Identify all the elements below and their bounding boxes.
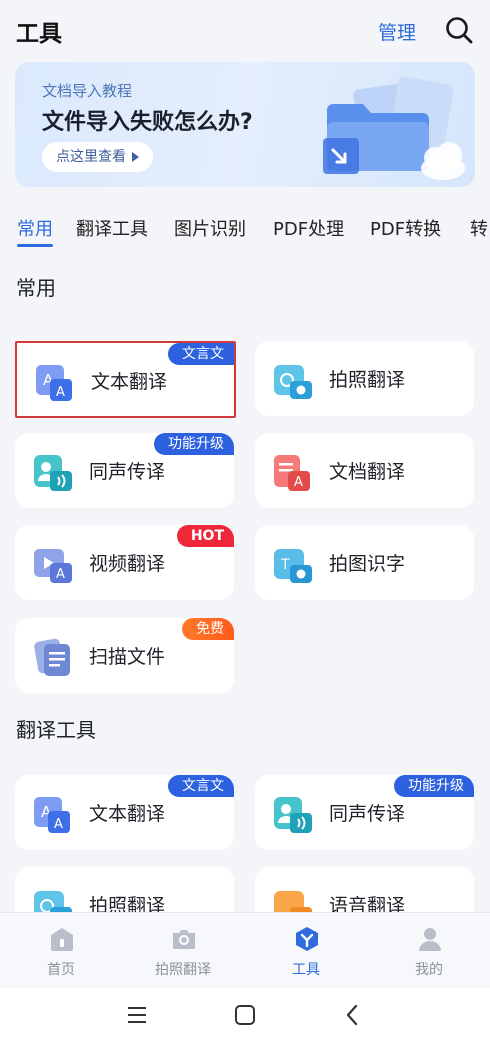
video-translate-icon: A — [34, 549, 72, 583]
tab-image-recognition[interactable]: 图片识别 — [174, 215, 246, 241]
tab-common[interactable]: 常用 — [17, 215, 53, 241]
photo-ocr-icon: T — [274, 549, 312, 583]
page-title: 工具 — [16, 21, 62, 47]
banner-title: 文件导入失败怎么办? — [42, 110, 253, 135]
tool-card-text-translate[interactable]: A A 文本翻译 文言文 — [15, 341, 236, 418]
svg-text:A: A — [56, 567, 65, 582]
tool-badge: HOT — [176, 525, 234, 547]
tab-pdf-conversion[interactable]: PDF转换 — [370, 215, 441, 241]
tool-label: 文档翻译 — [329, 461, 406, 483]
home-icon — [51, 928, 73, 951]
tools-icon — [296, 927, 318, 951]
tool-label: 拍图识字 — [329, 553, 406, 575]
header: 工具 管理 — [0, 0, 490, 60]
tool-card-scan-file[interactable]: 扫描文件 免费 — [15, 618, 234, 693]
tool-badge: 功能升级 — [154, 433, 234, 455]
photo-translate-icon — [274, 365, 312, 399]
tab-translate-tools[interactable]: 翻译工具 — [76, 215, 148, 241]
section-title-translate-tools: 翻译工具 — [16, 718, 96, 742]
bottom-navigation: 首页 拍照翻译 工具 我的 — [0, 912, 490, 988]
tool-card-document-translate[interactable]: A 文档翻译 — [255, 433, 474, 508]
svg-text:T: T — [280, 557, 290, 573]
simultaneous-interpret-icon — [34, 455, 72, 491]
manage-button[interactable]: 管理 — [378, 18, 416, 45]
section-title-common: 常用 — [16, 276, 56, 300]
tool-label: 扫描文件 — [89, 646, 166, 668]
active-tab-indicator — [17, 244, 53, 247]
banner-view-button[interactable]: 点这里查看 — [42, 142, 153, 172]
camera-icon — [173, 930, 195, 949]
folder-cloud-illustration-icon — [323, 76, 465, 180]
tool-badge: 文言文 — [168, 343, 234, 365]
banner-subtitle: 文档导入教程 — [42, 82, 133, 100]
tool-badge: 文言文 — [168, 775, 234, 797]
tool-card-photo-translate[interactable]: 拍照翻译 — [255, 341, 474, 416]
nav-home-label: 首页 — [47, 962, 75, 978]
tool-label: 同声传译 — [329, 803, 406, 825]
back-icon[interactable] — [340, 1002, 366, 1028]
tab-pdf-processing[interactable]: PDF处理 — [273, 215, 344, 241]
tool-card-photo-ocr[interactable]: T 拍图识字 — [255, 525, 474, 600]
tool-label: 视频翻译 — [89, 553, 166, 575]
system-navigation-bar — [0, 988, 490, 1041]
home-square-icon[interactable] — [232, 1002, 258, 1028]
tool-card-simultaneous-interpret[interactable]: 同声传译 功能升级 — [15, 433, 234, 508]
profile-icon — [419, 928, 441, 951]
text-translate-icon: A A — [36, 365, 72, 401]
nav-tools[interactable]: 工具 — [245, 913, 367, 989]
svg-text:A: A — [54, 817, 63, 832]
category-tabs: 常用 翻译工具 图片识别 PDF处理 PDF转换 转 — [0, 210, 490, 250]
simultaneous-interpret-icon — [274, 797, 312, 833]
menu-icon[interactable] — [124, 1002, 150, 1028]
tool-badge: 免费 — [182, 618, 234, 640]
tab-more[interactable]: 转 — [470, 215, 488, 241]
tool-card-text-translate-2[interactable]: A A 文本翻译 文言文 — [15, 775, 234, 850]
scan-file-icon — [34, 638, 70, 676]
tools-page: 工具 管理 文档导入教程 文件导入失败怎么办? 点这里查看 常用 翻译工具 图片… — [0, 0, 490, 1041]
svg-text:A: A — [56, 385, 65, 400]
tool-card-simultaneous-interpret-2[interactable]: 同声传译 功能升级 — [255, 775, 474, 850]
nav-home[interactable]: 首页 — [0, 913, 122, 989]
nav-tools-label: 工具 — [292, 962, 320, 978]
svg-text:A: A — [294, 475, 303, 490]
tool-label: 文本翻译 — [89, 803, 166, 825]
nav-profile-label: 我的 — [415, 962, 443, 978]
tool-card-video-translate[interactable]: A 视频翻译 HOT — [15, 525, 234, 600]
tool-label: 文本翻译 — [91, 371, 168, 393]
document-translate-icon: A — [274, 455, 310, 491]
text-translate-icon: A A — [34, 797, 70, 833]
nav-profile[interactable]: 我的 — [368, 913, 490, 989]
play-arrow-icon — [132, 152, 139, 162]
tool-label: 同声传译 — [89, 461, 166, 483]
nav-photo-translate-label: 拍照翻译 — [155, 962, 211, 978]
tool-label: 拍照翻译 — [329, 369, 406, 391]
search-icon[interactable] — [444, 15, 474, 45]
tool-badge: 功能升级 — [394, 775, 474, 797]
import-tutorial-banner[interactable]: 文档导入教程 文件导入失败怎么办? 点这里查看 — [15, 62, 475, 187]
banner-view-label: 点这里查看 — [56, 149, 126, 165]
nav-photo-translate[interactable]: 拍照翻译 — [122, 913, 244, 989]
